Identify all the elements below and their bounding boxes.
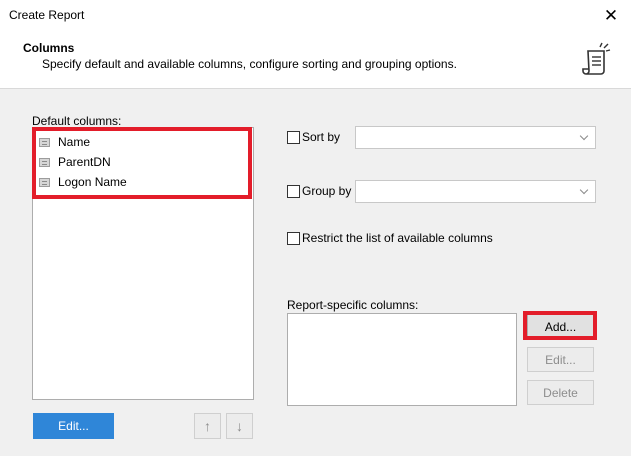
title-bar: Create Report ✕ — [0, 0, 631, 31]
wizard-header: Columns Specify default and available co… — [0, 31, 631, 89]
move-up-button[interactable]: ↑ — [194, 413, 221, 439]
report-columns-list[interactable] — [287, 313, 517, 406]
sort-by-combobox[interactable] — [355, 126, 596, 149]
chevron-down-icon — [579, 131, 589, 141]
window-title: Create Report — [9, 8, 85, 22]
page-title: Columns — [23, 41, 75, 55]
highlight-add-button — [523, 311, 597, 340]
button-label: Edit... — [545, 352, 576, 367]
delete-column-button[interactable]: Delete — [527, 380, 594, 405]
restrict-columns-label: Restrict the list of available columns — [302, 231, 493, 245]
arrow-down-icon: ↓ — [236, 418, 243, 434]
close-icon: ✕ — [603, 5, 619, 25]
edit-default-columns-button[interactable]: Edit... — [33, 413, 114, 439]
report-columns-label: Report-specific columns: — [287, 298, 419, 312]
default-columns-label: Default columns: — [32, 114, 122, 128]
highlight-default-items — [32, 127, 252, 199]
page-description: Specify default and available columns, c… — [42, 57, 457, 71]
report-scroll-icon — [582, 42, 611, 75]
button-label: Delete — [543, 385, 578, 400]
chevron-down-icon — [579, 185, 589, 195]
move-down-button[interactable]: ↓ — [226, 413, 253, 439]
edit-column-button[interactable]: Edit... — [527, 347, 594, 372]
sort-by-label: Sort by — [302, 130, 341, 144]
sort-by-checkbox[interactable] — [287, 131, 300, 144]
group-by-checkbox[interactable] — [287, 185, 300, 198]
arrow-up-icon: ↑ — [204, 418, 211, 434]
restrict-columns-checkbox[interactable] — [287, 232, 300, 245]
button-label: Edit... — [58, 419, 89, 433]
group-by-label: Group by — [302, 184, 352, 198]
group-by-combobox[interactable] — [355, 180, 596, 203]
close-button[interactable]: ✕ — [591, 0, 631, 31]
